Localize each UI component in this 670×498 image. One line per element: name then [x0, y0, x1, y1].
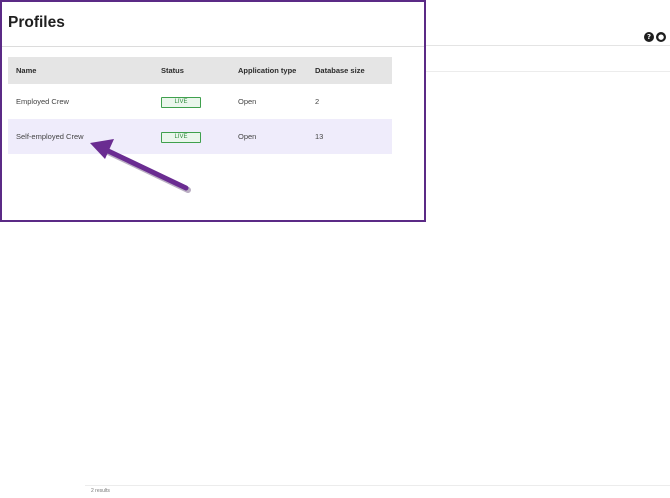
profile-name[interactable]: Self-employed Crew	[8, 132, 161, 141]
status-badge: LIVE	[161, 96, 201, 108]
application-type: Open	[238, 132, 257, 141]
footer-divider	[85, 485, 670, 486]
page: ? ● 2 results Profiles Name Status Appli…	[0, 0, 670, 498]
profiles-panel: Profiles Name Status Application type Da…	[0, 0, 426, 222]
database-size: 2	[315, 97, 320, 106]
table-row[interactable]: Self-employed Crew LIVE Open 13	[8, 119, 392, 154]
table-row[interactable]: Employed Crew LIVE Open 2	[8, 84, 392, 119]
column-header-database-size[interactable]: Database size	[315, 66, 392, 75]
column-header-name[interactable]: Name	[8, 66, 161, 75]
table-header-row: Name Status Application type Database si…	[8, 57, 392, 84]
application-type: Open	[238, 97, 257, 106]
header-icons: ? ●	[644, 32, 666, 42]
page-title: Profiles	[8, 14, 65, 31]
help-icon[interactable]: ?	[644, 32, 654, 42]
title-divider	[2, 46, 424, 47]
results-count: 2 results	[91, 488, 110, 494]
profile-name[interactable]: Employed Crew	[8, 97, 161, 106]
status-cell: LIVE	[161, 131, 238, 143]
column-header-application-type[interactable]: Application type	[238, 66, 315, 75]
status-badge: LIVE	[161, 131, 201, 143]
database-size: 13	[315, 132, 324, 141]
column-header-status[interactable]: Status	[161, 66, 238, 75]
user-circle-icon[interactable]: ●	[656, 32, 666, 42]
status-cell: LIVE	[161, 96, 238, 108]
profiles-table: Name Status Application type Database si…	[8, 57, 392, 154]
